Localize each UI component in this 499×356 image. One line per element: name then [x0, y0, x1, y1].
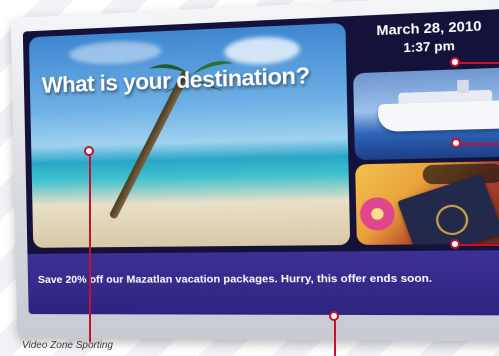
callout-dot-passport: [450, 239, 460, 249]
callout-line-date: [455, 62, 499, 64]
zone-caption: Video Zone Sporting: [22, 340, 113, 351]
passport-seal-icon: [431, 200, 473, 240]
datetime-zone: March 28, 2010 1:37 pm: [350, 13, 499, 67]
callout-dot-cruise: [451, 138, 461, 148]
cloud-icon: [69, 39, 162, 66]
headline: What is your destination?: [41, 62, 310, 98]
digital-signage-display: What is your destination? March 28, 2010…: [10, 0, 499, 342]
ticker-zone: Save 20% off our Mazatlan vacation packa…: [27, 250, 499, 316]
passport-icon: [397, 173, 499, 245]
passport-tile: [355, 160, 499, 245]
display-screen: What is your destination? March 28, 2010…: [22, 8, 499, 316]
cruise-ship-tile: [353, 67, 499, 161]
callout-line-main: [89, 150, 91, 342]
cloud-icon: [224, 35, 301, 66]
main-zone: What is your destination?: [28, 22, 351, 248]
ticker-text: Save 20% off our Mazatlan vacation packa…: [37, 272, 433, 286]
callout-dot-main: [84, 146, 94, 156]
callout-line-cruise: [456, 143, 499, 145]
callout-dot-ticker: [329, 311, 339, 321]
cruise-ship-icon: [373, 100, 499, 133]
callout-line-passport: [455, 244, 499, 246]
callout-dot-date: [450, 57, 460, 67]
callout-line-ticker: [334, 316, 336, 356]
ship-stack: [457, 79, 469, 94]
hibiscus-flower-icon: [358, 195, 397, 233]
